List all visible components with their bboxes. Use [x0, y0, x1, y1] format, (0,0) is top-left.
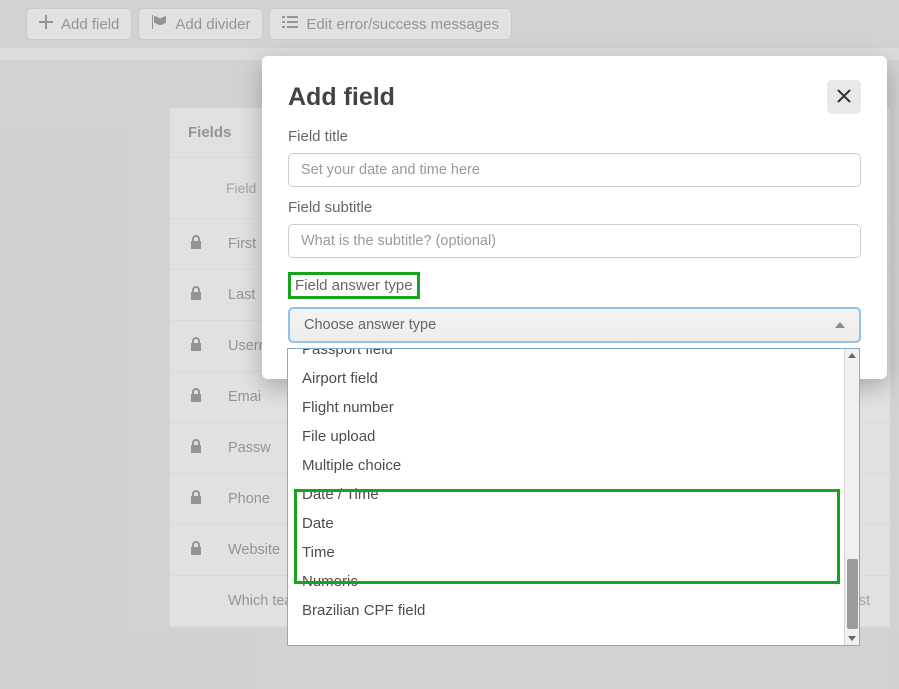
modal-title: Add field — [288, 83, 395, 112]
list-item[interactable]: Date / Time — [288, 480, 844, 509]
add-field-modal: Add field Field title Field subtitle Fie… — [262, 56, 887, 379]
scrollbar[interactable] — [844, 349, 859, 645]
scrollbar-thumb[interactable] — [847, 559, 858, 629]
field-title-input[interactable] — [288, 153, 861, 187]
field-subtitle-input[interactable] — [288, 224, 861, 258]
list-item[interactable]: Time — [288, 538, 844, 567]
list-item[interactable]: File upload — [288, 422, 844, 451]
answer-type-listbox: Passport field Airport field Flight numb… — [287, 348, 860, 646]
list-item[interactable]: Brazilian CPF field — [288, 596, 844, 625]
field-title-label: Field title — [288, 128, 861, 145]
list-item[interactable]: Date — [288, 509, 844, 538]
field-answer-type-label: Field answer type — [295, 277, 413, 294]
answer-type-select[interactable]: Choose answer type — [288, 307, 861, 343]
field-subtitle-label: Field subtitle — [288, 199, 861, 216]
list-item[interactable]: Flight number — [288, 393, 844, 422]
close-button[interactable] — [827, 80, 861, 114]
list-item[interactable]: Numeric — [288, 567, 844, 596]
caret-up-icon — [835, 322, 845, 328]
select-placeholder: Choose answer type — [304, 317, 436, 333]
list-item[interactable]: Passport field — [288, 349, 844, 364]
list-item[interactable]: Multiple choice — [288, 451, 844, 480]
scroll-down-icon[interactable] — [848, 636, 856, 641]
close-icon — [836, 88, 852, 107]
highlight-answer-type-label: Field answer type — [288, 272, 420, 299]
scroll-up-icon[interactable] — [848, 353, 856, 358]
list-item[interactable]: Airport field — [288, 364, 844, 393]
